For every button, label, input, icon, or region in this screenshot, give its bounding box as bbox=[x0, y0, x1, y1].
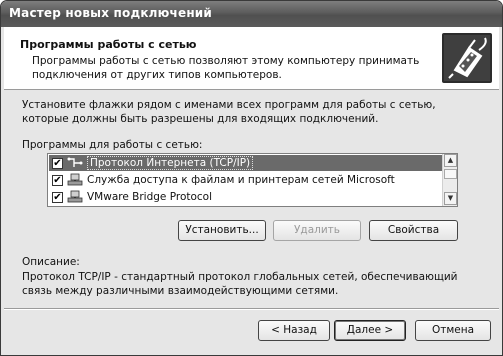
list-item-label: Служба доступа к файлам и принтерам сете… bbox=[87, 174, 395, 186]
list-item[interactable]: ✔ Служба доступа к файлам и принтерам се… bbox=[49, 172, 442, 188]
list-item-label: Протокол Интернета (TCP/IP) bbox=[87, 156, 254, 170]
page-title: Программы работы с сетью bbox=[20, 38, 197, 51]
description-text: Протокол TCP/IP - стандартный протокол г… bbox=[22, 271, 458, 297]
wizard-window: Мастер новых подключений Программы работ… bbox=[0, 0, 503, 356]
instructions-text: Установите флажки рядом с именами всех п… bbox=[22, 99, 436, 125]
cancel-button[interactable]: Отмена bbox=[415, 320, 491, 341]
next-button[interactable]: Далее > bbox=[334, 320, 406, 341]
list-item[interactable]: ✔ Протокол Интернета (TCP/IP) bbox=[49, 155, 442, 171]
list-item[interactable]: ✔ VMware Bridge Protocol bbox=[49, 189, 442, 205]
network-service-icon bbox=[67, 190, 83, 203]
back-button[interactable]: < Назад bbox=[258, 320, 330, 341]
install-button[interactable]: Установить... bbox=[178, 220, 266, 241]
wizard-header: Программы работы с сетью Программы работ… bbox=[4, 27, 499, 90]
network-protocol-icon bbox=[67, 157, 83, 167]
network-service-icon bbox=[67, 173, 83, 186]
properties-button[interactable]: Свойства bbox=[369, 220, 458, 241]
list-item-label: VMware Bridge Protocol bbox=[87, 191, 213, 203]
footer-divider bbox=[4, 308, 499, 310]
remove-button[interactable]: Удалить bbox=[273, 220, 361, 241]
vertical-scrollbar[interactable]: ▲ ▼ bbox=[442, 154, 457, 206]
network-connection-icon bbox=[442, 33, 492, 83]
network-programs-list[interactable]: ✔ Протокол Интернета (TCP/IP) ✔ Служба д… bbox=[47, 153, 458, 207]
window-title: Мастер новых подключений bbox=[1, 1, 502, 27]
checkbox[interactable]: ✔ bbox=[52, 191, 63, 203]
checkbox[interactable]: ✔ bbox=[52, 174, 63, 186]
description-caption: Описание: bbox=[22, 256, 80, 268]
checkbox[interactable]: ✔ bbox=[52, 157, 63, 169]
scroll-thumb[interactable] bbox=[444, 169, 457, 179]
scroll-down-button[interactable]: ▼ bbox=[444, 192, 457, 205]
list-caption: Программы для работы с сетью: bbox=[22, 139, 203, 151]
scroll-up-button[interactable]: ▲ bbox=[444, 154, 457, 167]
page-subtitle: Программы работы с сетью позволяют этому… bbox=[32, 55, 420, 81]
